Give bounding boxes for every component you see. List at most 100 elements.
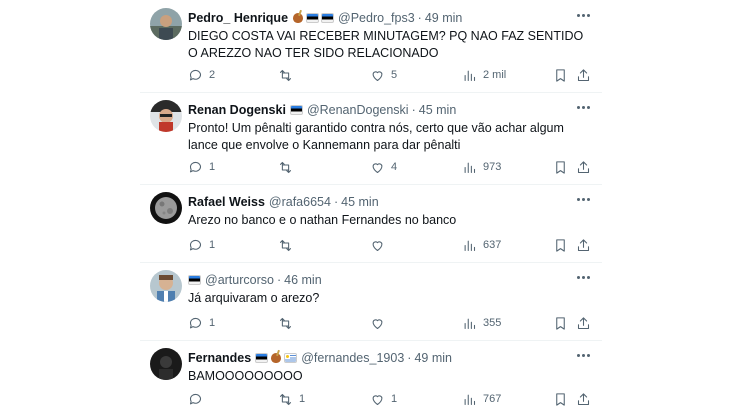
views-icon: [464, 240, 476, 251]
author-handle[interactable]: @fernandes_1903: [301, 351, 404, 365]
action-bar: 1 637: [188, 236, 592, 254]
like-button[interactable]: [370, 314, 391, 332]
views-button[interactable]: 767: [462, 390, 501, 408]
like-button[interactable]: 4: [370, 158, 397, 176]
bookmark-button[interactable]: [553, 390, 568, 408]
reply-button[interactable]: 2: [188, 66, 215, 84]
tweet[interactable]: Renan Dogenski @RenanDogenski · 45 min P…: [140, 92, 602, 185]
heart-icon: [372, 394, 383, 405]
retweet-icon: [279, 69, 292, 81]
estonia-flag-icon: [306, 13, 320, 23]
like-button[interactable]: [370, 236, 391, 254]
tweet-text: Já arquivaram o arezo?: [188, 291, 320, 305]
tweet[interactable]: Fernandes @fernandes_1903 · 49 min BAMOO…: [140, 340, 602, 416]
tweet[interactable]: Pedro_ Henrique @Pedro_fps3 · 49 min DIE…: [140, 0, 602, 93]
share-icon: [577, 68, 590, 81]
share-icon: [577, 392, 590, 405]
bookmark-button[interactable]: [553, 158, 568, 176]
retweet-button[interactable]: [278, 314, 299, 332]
view-count: 637: [483, 239, 502, 251]
retweet-icon: [279, 317, 292, 329]
avatar[interactable]: [150, 192, 182, 224]
reply-icon: [189, 317, 202, 328]
action-bar: 1 1 767: [188, 390, 592, 408]
avatar[interactable]: [150, 100, 182, 132]
more-options-icon[interactable]: [574, 100, 592, 114]
reply-count: 1: [209, 161, 216, 173]
timestamp[interactable]: 46 min: [284, 273, 322, 287]
views-button[interactable]: 2 mil: [462, 66, 506, 84]
views-icon: [464, 394, 476, 405]
separator-dot: ·: [407, 351, 412, 365]
avatar[interactable]: [150, 348, 182, 380]
avatar[interactable]: [150, 270, 182, 302]
more-options-icon[interactable]: [574, 8, 592, 22]
views-button[interactable]: 637: [462, 236, 501, 254]
timestamp[interactable]: 49 min: [414, 351, 452, 365]
tweet-feed: Pedro_ Henrique @Pedro_fps3 · 49 min DIE…: [140, 0, 602, 416]
retweet-button[interactable]: [278, 236, 299, 254]
estonia-flag-icon: [321, 13, 335, 23]
retweet-button[interactable]: [278, 158, 299, 176]
like-button[interactable]: 1: [370, 390, 397, 408]
reply-button[interactable]: 1: [188, 158, 215, 176]
estonia-flag-icon: [188, 275, 201, 285]
more-options-icon[interactable]: [574, 270, 592, 284]
retweet-button[interactable]: [278, 66, 299, 84]
more-options-icon[interactable]: [574, 348, 592, 362]
share-button[interactable]: [576, 314, 591, 332]
retweet-icon: [279, 239, 292, 251]
author-handle[interactable]: @Pedro_fps3: [338, 11, 415, 25]
view-count: 2 mil: [483, 69, 507, 81]
author-name[interactable]: Pedro_ Henrique: [188, 11, 288, 25]
like-button[interactable]: 5: [370, 66, 397, 84]
bookmark-icon: [556, 68, 565, 82]
action-bar: 2 5 2 mil: [188, 66, 592, 84]
name-badges: [255, 353, 298, 363]
author-handle[interactable]: @rafa6654: [269, 195, 331, 209]
reply-count: 1: [209, 317, 216, 329]
action-bar: 1 355: [188, 314, 592, 332]
reply-count: 1: [209, 239, 216, 251]
share-button[interactable]: [576, 390, 591, 408]
more-options-icon[interactable]: [574, 192, 592, 206]
retweet-icon: [279, 161, 292, 173]
share-icon: [577, 316, 590, 329]
author-handle[interactable]: @arturcorso: [205, 273, 274, 287]
view-count: 355: [483, 317, 502, 329]
uruguay-flag-icon: [284, 353, 298, 363]
views-button[interactable]: 355: [462, 314, 501, 332]
tweet[interactable]: @arturcorso · 46 min Já arquivaram o are…: [140, 262, 602, 341]
tweet[interactable]: Rafael Weiss @rafa6654 · 45 min Arezo no…: [140, 184, 602, 263]
mate-icon: [271, 353, 282, 363]
views-button[interactable]: 973: [462, 158, 501, 176]
bookmark-button[interactable]: [553, 314, 568, 332]
share-button[interactable]: [576, 66, 591, 84]
author-name[interactable]: Rafael Weiss: [188, 195, 265, 209]
timestamp[interactable]: 49 min: [425, 11, 463, 25]
views-icon: [464, 318, 476, 329]
retweet-count: 1: [299, 393, 306, 405]
author-name[interactable]: Renan Dogenski: [188, 103, 286, 117]
share-button[interactable]: [576, 158, 591, 176]
timestamp[interactable]: 45 min: [419, 103, 457, 117]
bookmark-button[interactable]: [553, 236, 568, 254]
reply-button[interactable]: [188, 390, 209, 408]
reply-button[interactable]: 1: [188, 236, 215, 254]
heart-icon: [372, 240, 383, 251]
bookmark-icon: [556, 316, 565, 330]
reply-icon: [189, 161, 202, 172]
avatar[interactable]: [150, 8, 182, 40]
name-badges: [292, 13, 335, 23]
retweet-button[interactable]: 1: [278, 390, 305, 408]
author-handle[interactable]: @RenanDogenski: [307, 103, 409, 117]
like-count: 5: [391, 69, 398, 81]
bookmark-button[interactable]: [553, 66, 568, 84]
reply-button[interactable]: 1: [188, 314, 215, 332]
bookmark-icon: [556, 392, 565, 406]
timestamp[interactable]: 45 min: [341, 195, 379, 209]
heart-icon: [372, 162, 383, 173]
estonia-flag-icon: [289, 105, 303, 115]
author-name[interactable]: Fernandes: [188, 351, 251, 365]
share-button[interactable]: [576, 236, 591, 254]
